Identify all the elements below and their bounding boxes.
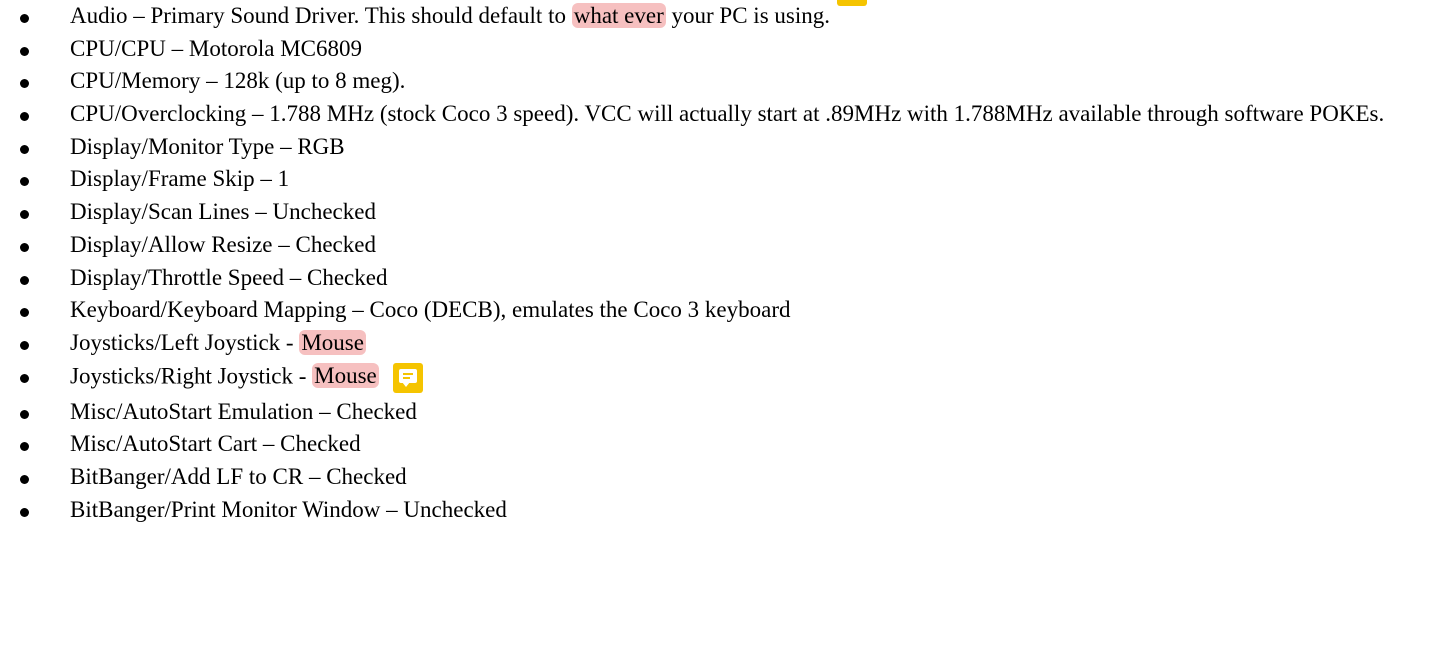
item-text: CPU/CPU – Motorola MC6809 xyxy=(70,35,363,61)
item-text: Joysticks/Left Joystick - xyxy=(70,329,300,355)
item-text: CPU/Overclocking – 1.788 MHz (stock Coco… xyxy=(70,101,1385,127)
highlighted-text[interactable]: what ever xyxy=(571,3,666,28)
bullet-icon xyxy=(20,46,29,56)
item-text: Display/Frame Skip – 1 xyxy=(70,166,290,192)
list-item-monitor-type: Display/Monitor Type – RGB xyxy=(0,134,1410,167)
comment-icon[interactable] xyxy=(837,0,867,6)
list-item-audio: Audio – Primary Sound Driver. This shoul… xyxy=(0,0,1410,36)
item-text: Misc/AutoStart Cart – Checked xyxy=(70,431,361,457)
comment-icon[interactable] xyxy=(392,362,423,393)
item-text: Display/Throttle Speed – Checked xyxy=(70,264,388,290)
list-item-autostart-cart: Misc/AutoStart Cart – Checked xyxy=(0,431,1410,464)
list-item-right-joystick: Joysticks/Right Joystick - Mouse xyxy=(0,362,1410,399)
item-text: Display/Monitor Type – RGB xyxy=(70,133,345,159)
list-item-overclocking: CPU/Overclocking – 1.788 MHz (stock Coco… xyxy=(0,101,1410,134)
bullet-icon xyxy=(20,308,29,318)
list-item-frame-skip: Display/Frame Skip – 1 xyxy=(0,166,1410,199)
bullet-icon xyxy=(20,442,29,452)
item-text: BitBanger/Print Monitor Window – Uncheck… xyxy=(70,496,507,522)
bullet-icon xyxy=(20,275,29,285)
bullet-icon xyxy=(20,14,29,23)
item-text: Audio – Primary Sound Driver. This shoul… xyxy=(70,3,572,28)
bullet-icon xyxy=(20,475,29,485)
highlighted-text[interactable]: Mouse xyxy=(312,362,379,388)
item-text-tail: your PC is using. xyxy=(665,3,830,28)
bullet-icon xyxy=(20,373,29,383)
bullet-icon xyxy=(20,507,29,517)
bullet-icon xyxy=(20,409,29,419)
item-text: Display/Allow Resize – Checked xyxy=(70,231,376,257)
bullet-icon xyxy=(20,340,29,350)
document-page: Audio – Primary Sound Driver. This shoul… xyxy=(0,0,1442,661)
list-item-cpu: CPU/CPU – Motorola MC6809 xyxy=(0,36,1410,69)
list-item-autostart-emulation: Misc/AutoStart Emulation – Checked xyxy=(0,399,1410,432)
bullet-icon xyxy=(20,242,29,252)
list-item-keyboard-mapping: Keyboard/Keyboard Mapping – Coco (DECB),… xyxy=(0,297,1410,330)
bullet-icon xyxy=(20,112,29,122)
list-item-allow-resize: Display/Allow Resize – Checked xyxy=(0,232,1410,265)
list-item-throttle-speed: Display/Throttle Speed – Checked xyxy=(0,265,1410,298)
highlighted-text[interactable]: Mouse xyxy=(299,329,366,355)
item-text: Misc/AutoStart Emulation – Checked xyxy=(70,398,417,424)
list-item-left-joystick: Joysticks/Left Joystick - Mouse xyxy=(0,329,1410,363)
item-text: BitBanger/Add LF to CR – Checked xyxy=(70,464,407,490)
item-text: Keyboard/Keyboard Mapping – Coco (DECB),… xyxy=(70,297,791,323)
list-item-print-monitor-window: BitBanger/Print Monitor Window – Uncheck… xyxy=(0,497,1410,530)
item-text: Display/Scan Lines – Unchecked xyxy=(70,199,376,225)
item-text: CPU/Memory – 128k (up to 8 meg). xyxy=(70,68,406,94)
bullet-icon xyxy=(20,177,29,187)
bullet-icon xyxy=(20,144,29,154)
bullet-icon xyxy=(20,79,29,89)
list-item-scan-lines: Display/Scan Lines – Unchecked xyxy=(0,199,1410,232)
settings-bullet-list: Audio – Primary Sound Driver. This shoul… xyxy=(0,0,1442,530)
bullet-icon xyxy=(20,210,29,220)
item-text: Joysticks/Right Joystick - xyxy=(70,362,313,388)
list-item-add-lf-to-cr: BitBanger/Add LF to CR – Checked xyxy=(0,464,1410,497)
list-item-memory: CPU/Memory – 128k (up to 8 meg). xyxy=(0,68,1410,101)
